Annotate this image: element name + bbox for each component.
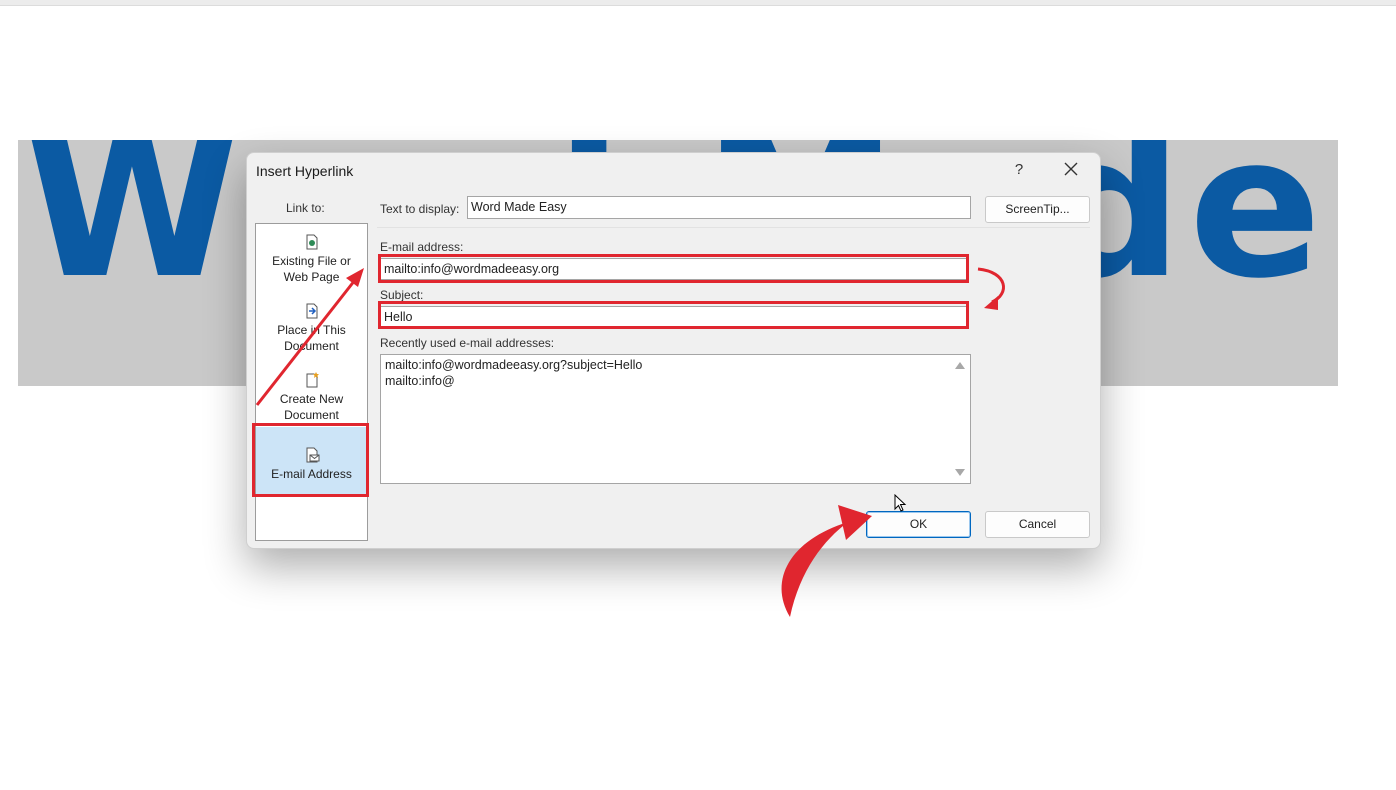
scroll-down-icon[interactable] [955, 469, 965, 476]
scroll-up-icon[interactable] [955, 362, 965, 369]
text-to-display-label: Text to display: [380, 202, 460, 216]
nav-create-line2: Document [284, 408, 339, 422]
nav-existing-file-line2: Web Page [283, 270, 340, 284]
separator [377, 227, 1090, 228]
window-top-edge [0, 0, 1396, 6]
nav-existing-file-line1: Existing File or [272, 254, 351, 268]
subject-highlight-box [378, 301, 969, 329]
email-address-label: E-mail address: [380, 240, 464, 254]
email-nav-highlight-box [252, 423, 369, 497]
help-button[interactable]: ? [1007, 158, 1031, 182]
document-place-icon [306, 303, 317, 319]
dialog-title: Insert Hyperlink [256, 163, 354, 179]
nav-place-line1: Place in This [277, 323, 346, 337]
close-button[interactable] [1057, 158, 1085, 182]
screentip-button[interactable]: ScreenTip... [985, 196, 1090, 223]
link-to-label: Link to: [286, 201, 325, 215]
cancel-button[interactable]: Cancel [985, 511, 1090, 538]
recent-addresses-list[interactable]: mailto:info@wordmadeeasy.org?subject=Hel… [380, 354, 971, 484]
close-icon [1064, 162, 1078, 176]
ok-button[interactable]: OK [866, 511, 971, 538]
list-item[interactable]: mailto:info@wordmadeeasy.org?subject=Hel… [385, 358, 642, 372]
list-item[interactable]: mailto:info@ [385, 374, 455, 388]
nav-create-new-document[interactable]: Create New Document [256, 372, 367, 423]
recent-addresses-label: Recently used e-mail addresses: [380, 336, 555, 350]
nav-existing-file[interactable]: Existing File or Web Page [256, 234, 367, 285]
web-page-icon [306, 234, 317, 250]
nav-place-in-document[interactable]: Place in This Document [256, 303, 367, 354]
nav-place-line2: Document [284, 339, 339, 353]
insert-hyperlink-dialog: Insert Hyperlink ? Link to: Existing Fil… [246, 152, 1101, 549]
new-document-icon [306, 372, 319, 388]
mouse-cursor-icon [894, 494, 907, 512]
subject-label: Subject: [380, 288, 424, 302]
text-to-display-input[interactable]: Word Made Easy [467, 196, 971, 219]
email-highlight-box [378, 254, 969, 283]
nav-create-line1: Create New [279, 392, 344, 406]
